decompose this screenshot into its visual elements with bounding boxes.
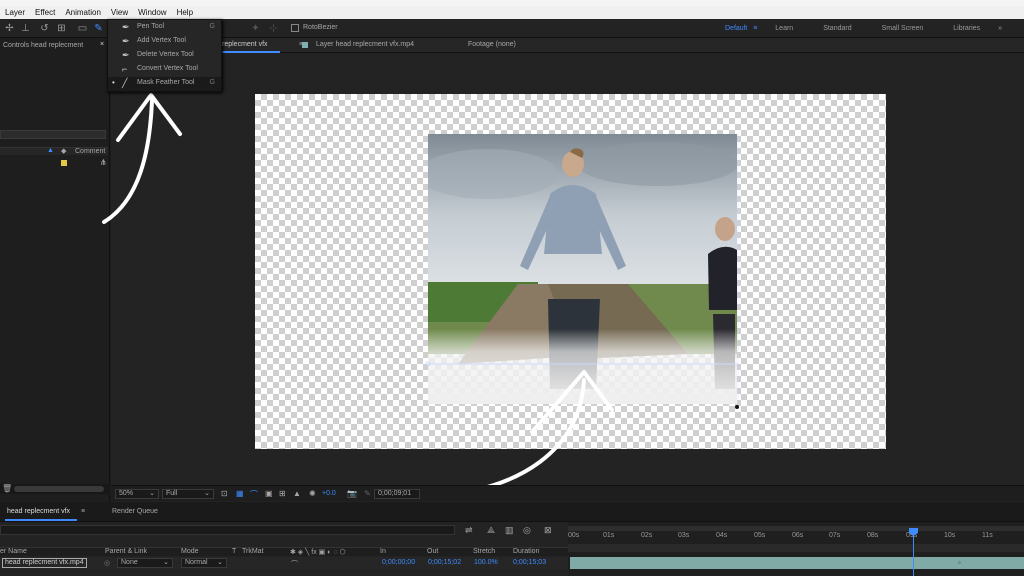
timeline-comp-tab[interactable]: head replecment vfx [7, 508, 70, 515]
pen-icon: ✒ [122, 22, 130, 32]
menu-item-label: Convert Vertex Tool [137, 65, 198, 72]
channel-icon[interactable]: ▲ [293, 489, 301, 498]
mode-value: Normal [185, 559, 208, 566]
ruler-tick: 00s [568, 532, 580, 539]
motion-blur-icon[interactable]: ◎ [523, 525, 531, 536]
menu-item-mask-feather-tool[interactable]: • ╱ Mask Feather Tool G [108, 77, 221, 91]
ruler-tick: 02s [641, 532, 653, 539]
layer-duration[interactable]: 0;00;15;03 [513, 559, 546, 566]
pen-tool-menu: ✒ Pen Tool G ✒ Add Vertex Tool ✒ Delete … [107, 19, 222, 92]
timeline-search[interactable] [0, 525, 455, 535]
col-stretch[interactable]: Stretch [473, 548, 495, 555]
mode-select[interactable]: Normal ⌄ [181, 558, 227, 568]
snapshot-icon[interactable]: 📷 [347, 489, 357, 498]
layer-name-field[interactable]: head replecment vfx.mp4 [2, 558, 87, 568]
mask-visibility-icon[interactable]: ⌒ [250, 489, 258, 500]
render-queue-tab[interactable]: Render Queue [112, 508, 158, 515]
timeline-active-tab-indicator [5, 519, 77, 521]
menu-item-label: Delete Vertex Tool [137, 51, 194, 58]
ruler-tick: 01s [603, 532, 615, 539]
layer-stretch[interactable]: 100.0% [474, 559, 498, 566]
parent-select[interactable]: None ⌄ [117, 558, 173, 568]
region-of-interest-icon[interactable]: ⊡ [221, 489, 228, 498]
zoom-select[interactable]: 50% ⌄ [115, 489, 159, 499]
ruler-tick: 06s [792, 532, 804, 539]
layer-in-point[interactable]: 0;00;00;00 [382, 559, 415, 566]
color-management-icon[interactable]: ✺ [309, 489, 316, 498]
col-duration[interactable]: Duration [513, 548, 539, 555]
resolution-select[interactable]: Full ⌄ [162, 489, 214, 499]
col-out[interactable]: Out [427, 548, 438, 555]
feather-vertex[interactable] [735, 405, 739, 409]
keyframe-icon[interactable]: ◦ [958, 558, 961, 567]
ruler-tick: 04s [716, 532, 728, 539]
ruler-tick: 07s [829, 532, 841, 539]
layer-out-point[interactable]: 0;00;15;02 [428, 559, 461, 566]
menu-item-label: Add Vertex Tool [137, 37, 186, 44]
switches-icon: ✱ ◈ ╲ fx ▣ ◐ ◌ ⬡ [290, 549, 346, 556]
timeline-tabs: head replecment vfx ≡ Render Queue [0, 502, 1024, 522]
ruler-tick: 05s [754, 532, 766, 539]
col-layer-name[interactable]: er Name [0, 548, 27, 555]
transparency-grid-icon[interactable]: ▦ [236, 489, 244, 498]
timeline-panel: ⇌ ⟁ ▥ ◎ ⊠ er Name Parent & Link Mode T T… [0, 522, 1024, 576]
graph-editor-icon[interactable]: ⊠ [544, 525, 552, 536]
col-in[interactable]: In [380, 548, 386, 555]
delete-vertex-icon: ✒ [122, 50, 130, 60]
col-parent[interactable]: Parent & Link [105, 548, 147, 555]
zoom-value: 50% [119, 490, 134, 497]
frame-blending-icon[interactable]: ▥ [505, 525, 514, 536]
layer-duration-bar[interactable] [570, 557, 1024, 569]
arrow-to-menu [102, 98, 154, 224]
guides-icon[interactable]: ▣ [265, 489, 273, 498]
current-time-display[interactable]: 0;00;09;01 [374, 489, 420, 499]
col-trkmat[interactable]: TrkMat [242, 548, 264, 555]
timeline-ruler-area[interactable]: 00s 01s 02s 03s 04s 05s 06s 07s 08s 09s … [568, 522, 1024, 576]
work-area-bar[interactable] [568, 526, 1024, 531]
ruler-tick: 08s [867, 532, 879, 539]
col-mode[interactable]: Mode [181, 548, 199, 555]
convert-vertex-icon: ⌐ [122, 64, 128, 74]
menu-item-add-vertex-tool[interactable]: ✒ Add Vertex Tool [108, 35, 221, 49]
table-row[interactable]: head replecment vfx.mp4 ◎ None ⌄ Normal … [0, 557, 570, 569]
show-snapshot-icon[interactable]: ✎ [364, 489, 371, 498]
menu-item-shortcut: G [209, 23, 215, 30]
menu-item-delete-vertex-tool[interactable]: ✒ Delete Vertex Tool [108, 49, 221, 63]
menu-item-label: Pen Tool [137, 23, 165, 30]
comp-flowchart-icon[interactable]: ⇌ [465, 525, 473, 536]
menu-item-convert-vertex-tool[interactable]: ⌐ Convert Vertex Tool [108, 63, 221, 77]
parent-value: None [121, 559, 138, 566]
menu-item-label: Mask Feather Tool [137, 79, 195, 86]
time-navigator[interactable] [568, 544, 1024, 552]
layer-column-headers: er Name Parent & Link Mode T TrkMat ✱ ◈ … [0, 547, 570, 556]
mask-feather-icon: ╱ [122, 78, 128, 88]
ruler-tick: 10s [944, 532, 956, 539]
draft-3d-icon[interactable]: ⟁ [487, 525, 495, 536]
exposure-value[interactable]: +0.0 [322, 490, 336, 497]
menu-item-pen-tool[interactable]: ✒ Pen Tool G [108, 21, 221, 35]
menu-item-shortcut: G [209, 79, 215, 86]
col-t[interactable]: T [232, 548, 236, 555]
pick-whip-icon[interactable]: ◎ [104, 559, 110, 567]
grid-icon[interactable]: ⊞ [279, 489, 286, 498]
timeline-tab-menu-icon[interactable]: ≡ [81, 508, 85, 515]
resolution-value: Full [166, 490, 178, 497]
viewer-footer: 50% ⌄ Full ⌄ ⊡ ▦ ⌒ ▣ ⊞ ▲ ✺ +0.0 📷 ✎ 0;00… [111, 485, 1024, 501]
add-vertex-icon: ✒ [122, 36, 130, 46]
current-timecode: 0;00;09;01 [378, 490, 412, 497]
ruler-tick: 03s [678, 532, 690, 539]
ruler-tick: 11s [982, 532, 993, 539]
playhead-line[interactable] [913, 530, 914, 576]
selected-bullet-icon: • [112, 78, 115, 87]
shy-switch-icon[interactable]: ⌒ [291, 559, 298, 569]
